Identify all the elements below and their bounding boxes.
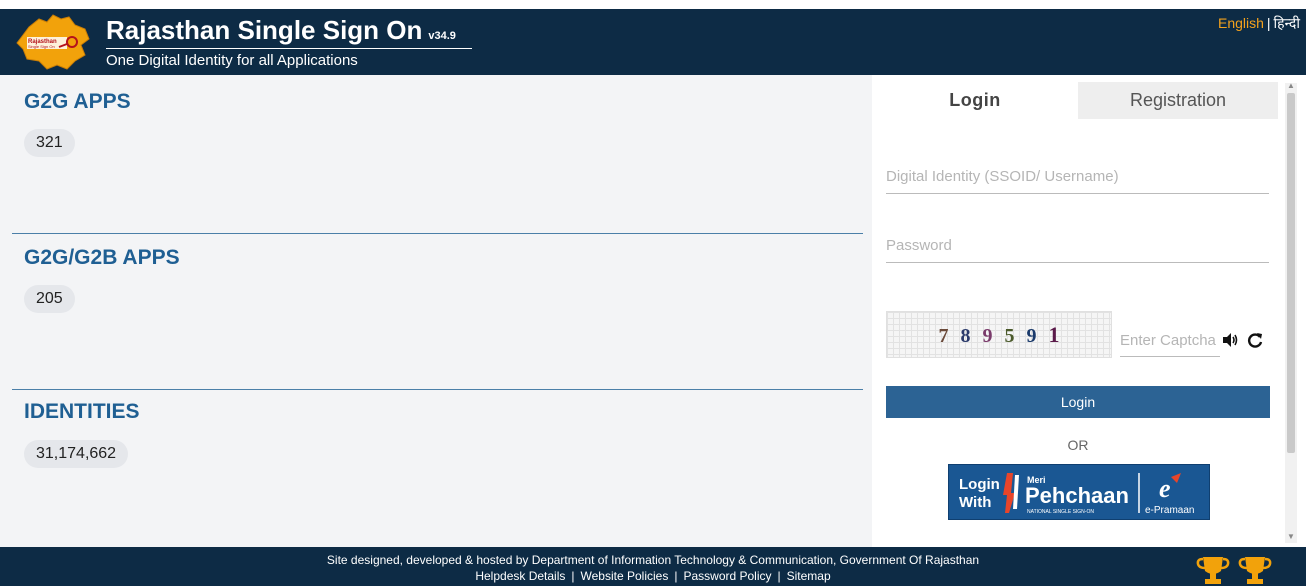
or-separator: OR	[1067, 437, 1089, 453]
audio-icon[interactable]	[1221, 331, 1239, 349]
site-footer: Site designed, developed & hosted by Dep…	[0, 547, 1306, 586]
footer-separator: |	[674, 569, 678, 583]
footer-link-helpdesk[interactable]: Helpdesk Details	[475, 569, 565, 583]
epramaan-e-glyph: e	[1159, 474, 1171, 503]
rajasthan-map-logo-icon[interactable]: Rajasthan Single Sign On	[15, 13, 93, 71]
g2g-g2b-apps-count: 205	[24, 285, 75, 313]
trophy-icon	[1196, 557, 1230, 584]
lang-separator: |	[1266, 15, 1271, 31]
captcha-digit: 7	[938, 325, 949, 347]
lang-english-link[interactable]: English	[1218, 15, 1264, 31]
pehchaan-sub: NATIONAL SINGLE SIGN-ON	[1027, 509, 1094, 515]
captcha-digit: 8	[960, 325, 971, 347]
version-label: v34.9	[428, 30, 456, 42]
g2g-apps-title: G2G APPS	[24, 90, 131, 113]
footer-separator: |	[777, 569, 781, 583]
epramaan-label: e-Pramaan	[1145, 505, 1194, 516]
top-strip	[0, 0, 1306, 9]
site-title: Rajasthan Single Sign On v34.9	[106, 15, 456, 46]
site-tagline: One Digital Identity for all Application…	[106, 52, 358, 69]
captcha-input[interactable]	[1120, 324, 1220, 357]
login-button[interactable]: Login	[886, 386, 1270, 418]
scroll-down-icon[interactable]: ▼	[1286, 532, 1296, 542]
section-divider	[12, 233, 863, 234]
tab-login[interactable]: Login	[872, 82, 1078, 119]
title-underline	[106, 48, 472, 49]
scroll-up-icon[interactable]: ▲	[1286, 81, 1296, 91]
captcha-image: 789591	[886, 311, 1112, 358]
identities-title: IDENTITIES	[24, 400, 140, 423]
footer-link-password-policy[interactable]: Password Policy	[683, 569, 771, 583]
g2g-apps-count: 321	[24, 129, 75, 157]
pehchaan-with: With	[959, 494, 991, 511]
footer-separator: |	[571, 569, 575, 583]
trophy-icon	[1238, 557, 1272, 584]
footer-credit: Site designed, developed & hosted by Dep…	[326, 553, 980, 567]
title-text: Rajasthan Single Sign On	[106, 15, 423, 45]
identities-count: 31,174,662	[24, 440, 129, 468]
lang-hindi-link[interactable]: हिन्दी	[1274, 15, 1300, 31]
footer-link-website-policies[interactable]: Website Policies	[581, 569, 669, 583]
pehchaan-login-with: Login	[959, 476, 1000, 493]
logo-text-line2: Single Sign On	[28, 44, 55, 49]
meri-pehchaan-login-button[interactable]: Login With Meri Pehchaan NATIONAL SINGLE…	[948, 464, 1210, 520]
captcha-digits: 789591	[887, 322, 1111, 348]
footer-link-sitemap[interactable]: Sitemap	[787, 569, 831, 583]
tab-registration[interactable]: Registration	[1078, 82, 1278, 119]
login-panel: Login Registration 789591 Login OR Login…	[872, 75, 1306, 547]
section-divider	[12, 389, 863, 390]
stats-panel: G2G APPS 321 G2G/G2B APPS 205 IDENTITIES…	[0, 75, 872, 547]
captcha-digit: 9	[982, 325, 993, 347]
scrollbar-thumb[interactable]	[1287, 93, 1295, 453]
captcha-digit: 9	[1026, 325, 1037, 347]
site-header: Rajasthan Single Sign On Rajasthan Singl…	[0, 9, 1306, 75]
captcha-digit: 1	[1048, 322, 1060, 347]
captcha-digit: 5	[1004, 325, 1015, 347]
pehchaan-name: Pehchaan	[1025, 483, 1129, 508]
footer-links: Helpdesk Details | Website Policies | Passwo…	[0, 569, 1306, 583]
language-switcher: English | हिन्दी	[1218, 14, 1300, 33]
username-input[interactable]	[886, 159, 1269, 194]
password-input[interactable]	[886, 228, 1269, 263]
g2g-g2b-apps-title: G2G/G2B APPS	[24, 246, 180, 269]
refresh-icon[interactable]	[1246, 331, 1264, 349]
